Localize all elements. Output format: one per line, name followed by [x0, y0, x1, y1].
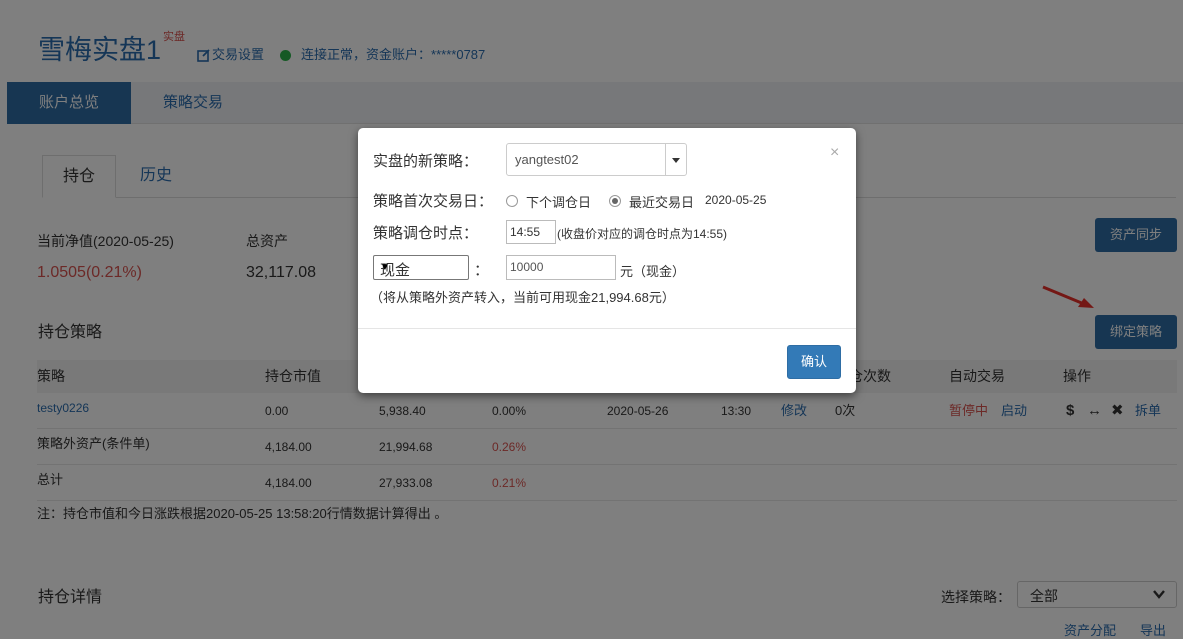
strategy-combo: yangtest02: [506, 143, 687, 176]
radio-recent-trade-day-label: 最近交易日: [629, 195, 695, 210]
cash-type-select[interactable]: 现金 ▼: [373, 255, 469, 280]
confirm-button[interactable]: 确认: [787, 345, 841, 379]
strategy-input[interactable]: yangtest02: [506, 143, 666, 176]
radio-next-rebalance[interactable]: [506, 195, 518, 207]
rebalance-hint: (收盘价对应的调仓时点为14:55): [557, 227, 728, 241]
cash-hint: （将从策略外资产转入，当前可用现金21,994.68元）: [370, 290, 675, 305]
new-strategy-label: 实盘的新策略：: [373, 153, 479, 170]
first-trade-day-label: 策略首次交易日：: [373, 193, 494, 210]
modal-divider: [358, 328, 856, 329]
cash-unit-label: 元（现金）: [620, 264, 686, 279]
colon-separator: ：: [474, 262, 490, 279]
rebalance-time-input[interactable]: 14:55: [506, 220, 556, 244]
recent-trade-date: 2020-05-25: [705, 193, 767, 207]
strategy-dropdown-button[interactable]: [665, 143, 687, 176]
cash-amount-input[interactable]: 10000: [506, 255, 616, 280]
radio-next-rebalance-label: 下个调仓日: [526, 195, 592, 210]
close-icon[interactable]: ×: [830, 144, 839, 162]
rebalance-time-label: 策略调仓时点：: [373, 225, 479, 242]
radio-recent-trade-day[interactable]: [609, 195, 621, 207]
dropdown-triangle-icon: ▼: [380, 262, 390, 273]
bind-strategy-modal: 实盘的新策略： yangtest02 × 策略首次交易日： 下个调仓日 最近交易…: [358, 128, 856, 393]
